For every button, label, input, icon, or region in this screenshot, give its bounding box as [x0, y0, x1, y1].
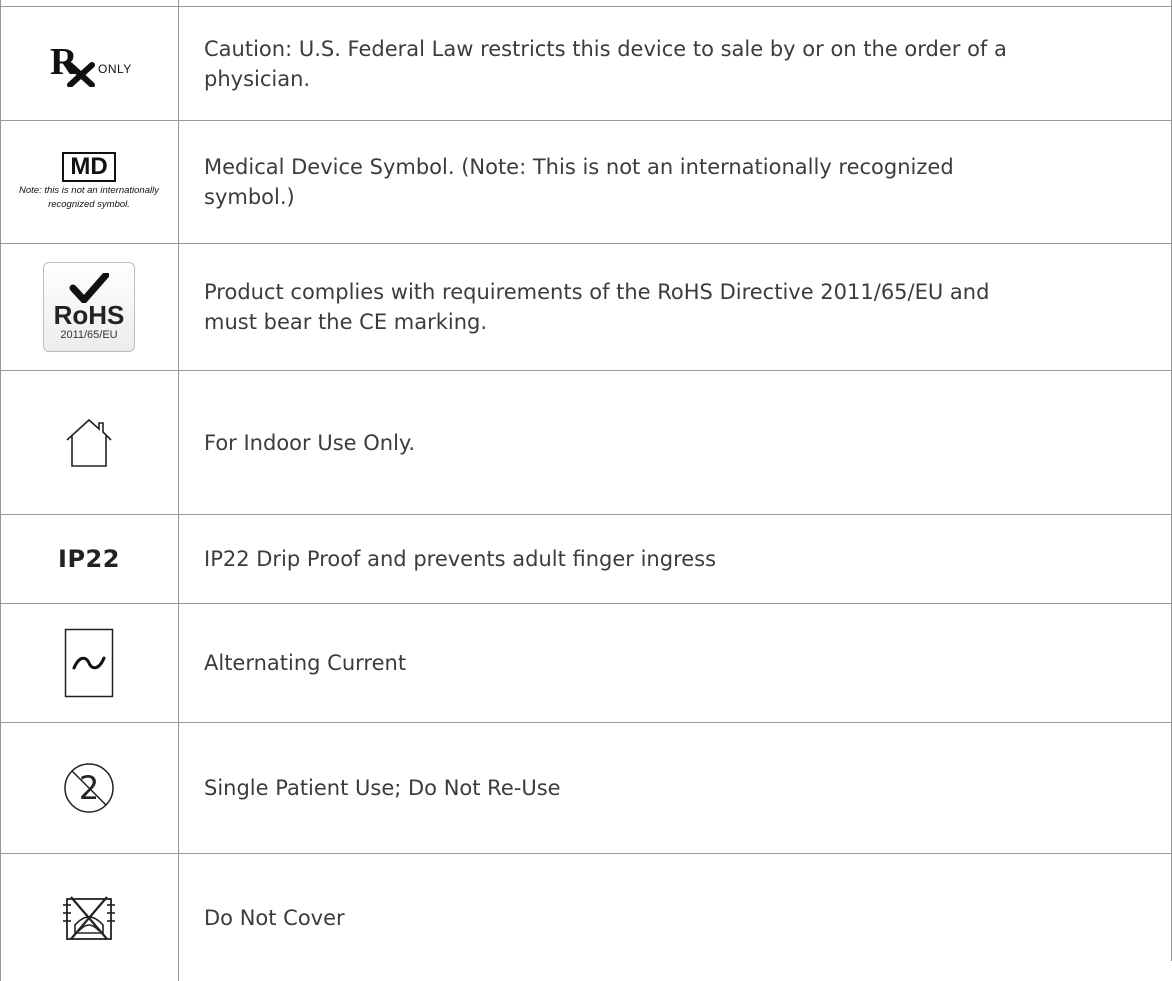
symbol-cell: RoHS 2011/65/EU [0, 244, 178, 370]
do-not-cover-icon [63, 895, 115, 940]
description-cell: For Indoor Use Only. [204, 371, 1132, 514]
description-line: symbol.) [204, 185, 295, 209]
description-cell: Do Not Cover [204, 854, 1132, 981]
table-row: MD Note: this is not an internationally … [0, 121, 1172, 243]
svg-text:R: R [50, 41, 78, 83]
description-line: physician. [204, 66, 311, 91]
ip-rating: IP22 [58, 545, 120, 573]
description-cell: Alternating Current [204, 604, 1132, 722]
rx-only-label: ONLY [98, 61, 132, 76]
table-row: For Indoor Use Only. [0, 371, 1172, 514]
md-symbol-label: MD [62, 152, 116, 182]
svg-text:2: 2 [79, 769, 99, 807]
symbol-cell: R ONLY [0, 7, 178, 120]
symbol-cell: IP22 [0, 515, 178, 603]
symbol-cell [0, 371, 178, 514]
description-line: Do Not Cover [204, 905, 345, 930]
description-cell: Product complies with requirements of th… [204, 244, 1132, 370]
rohs-label: RoHS [53, 300, 125, 330]
do-not-reuse-icon: 2 [64, 763, 114, 813]
description-line: Alternating Current [204, 651, 407, 675]
description-cell: Single Patient Use; Do Not Re-Use [204, 723, 1132, 853]
description-cell: IP22 Drip Proof and prevents adult finge… [204, 515, 1132, 603]
description-line: Single Patient Use; Do Not Re-Use [204, 776, 561, 800]
symbol-cell [0, 604, 178, 722]
symbol-cell: MD Note: this is not an internationally … [0, 121, 178, 243]
rohs-directive: 2011/65/EU [60, 329, 118, 341]
table-row: 2 Single Patient Use; Do Not Re-Use [0, 723, 1172, 853]
table-row: R ONLY Caution: U.S. Federal Law restric… [0, 7, 1172, 120]
description-cell: Caution: U.S. Federal Law restricts this… [204, 7, 1132, 120]
description-line: For Indoor Use Only. [204, 430, 416, 455]
alternating-current-icon [64, 628, 114, 698]
rohs-icon: RoHS 2011/65/EU [43, 262, 135, 352]
rx-only-icon: R ONLY [34, 41, 144, 87]
table-row: RoHS 2011/65/EU Product complies with re… [0, 244, 1172, 370]
description-line: Product complies with requirements of th… [204, 280, 990, 304]
symbol-cell: 2 [0, 723, 178, 853]
description-line: Medical Device Symbol. (Note: This is no… [204, 155, 954, 179]
description-line: IP22 Drip Proof and prevents adult finge… [204, 547, 717, 571]
description-cell: Medical Device Symbol. (Note: This is no… [204, 121, 1132, 243]
checkmark-icon [69, 273, 109, 303]
table-row: Do Not Cover [0, 854, 1172, 981]
description-line: must bear the CE marking. [204, 310, 488, 334]
table-row: Alternating Current [0, 604, 1172, 722]
description-line: Caution: U.S. Federal Law restricts this… [204, 36, 1007, 61]
md-symbol-note: Note: this is not an internationally rec… [19, 185, 159, 210]
symbol-table: R ONLY Caution: U.S. Federal Law restric… [0, 0, 1172, 981]
table-row: IP22 IP22 Drip Proof and prevents adult … [0, 515, 1172, 603]
symbol-cell [0, 854, 178, 981]
md-icon: MD Note: this is not an internationally … [14, 152, 164, 212]
house-icon [66, 418, 112, 467]
